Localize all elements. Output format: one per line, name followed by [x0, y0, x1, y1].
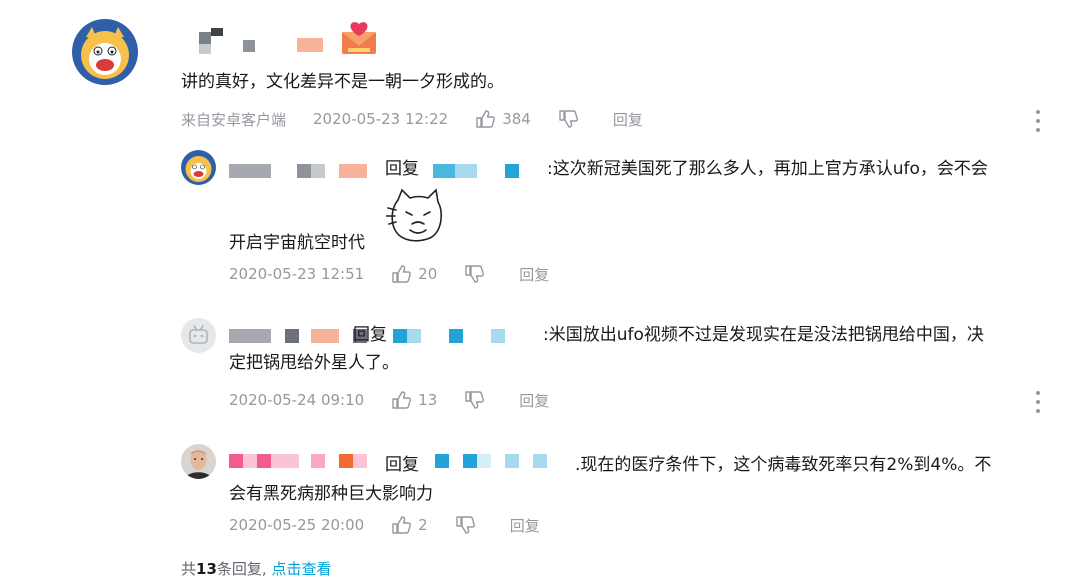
like-count: 384	[502, 110, 531, 128]
reply-button[interactable]: 回复	[519, 390, 549, 411]
thumbs-down-icon[interactable]	[557, 108, 579, 130]
reply-text-line2: 定把锅甩给外星人了。	[229, 353, 399, 373]
reply-meta: 2020-05-24 09:10 13 回复	[229, 389, 549, 411]
reply-count-number: 13	[196, 560, 217, 578]
thumbs-up-icon[interactable]	[390, 389, 412, 411]
reply-avatar[interactable]	[181, 444, 216, 479]
reply-text-line1: :米国放出ufo视频不过是发现实在是没法把锅甩给中国，决	[543, 325, 984, 345]
reply-time: 2020-05-23 12:51	[229, 265, 365, 283]
reply-to-label: 回复	[353, 325, 387, 345]
reply-avatar[interactable]	[181, 150, 216, 185]
like-count: 20	[418, 265, 438, 283]
more-options-icon[interactable]	[1036, 110, 1042, 132]
thumbs-down-icon[interactable]	[463, 389, 485, 411]
reply-button[interactable]: 回复	[519, 264, 549, 285]
reply-text-line2: 开启宇宙航空时代	[229, 233, 365, 253]
reply-button[interactable]: 回复	[510, 515, 540, 536]
reply-text-line1: :这次新冠美国死了那么多人，再加上官方承认ufo，会不会	[547, 159, 988, 179]
thumbs-down-icon[interactable]	[454, 514, 476, 536]
comment-time: 2020-05-23 12:22	[313, 110, 449, 128]
reply-time: 2020-05-24 09:10	[229, 391, 365, 409]
reply-avatar[interactable]	[181, 318, 216, 353]
reply-meta: 2020-05-23 12:51 20 回复	[229, 263, 549, 285]
main-comment-text: 讲的真好，文化差异不是一朝一夕形成的。	[181, 72, 504, 92]
main-comment-avatar[interactable]	[72, 19, 138, 85]
like-count: 2	[418, 516, 428, 534]
reply-time: 2020-05-25 20:00	[229, 516, 365, 534]
reply-button[interactable]: 回复	[613, 109, 643, 130]
more-options-icon[interactable]	[1036, 391, 1042, 413]
reply-count-suffix: 条回复,	[216, 560, 267, 578]
thumbs-up-icon[interactable]	[390, 263, 412, 285]
reply-to-label: 回复	[385, 159, 419, 179]
thumbs-up-icon[interactable]	[474, 108, 496, 130]
comment-source: 来自安卓客户端	[181, 110, 287, 129]
thumbs-down-icon[interactable]	[463, 263, 485, 285]
gift-badge-icon	[338, 20, 380, 58]
reply-to-label: 回复	[385, 455, 419, 475]
reply-meta: 2020-05-25 20:00 2 回复	[229, 514, 540, 536]
cat-sticker-icon	[385, 186, 446, 244]
main-comment-meta: 来自安卓客户端 2020-05-23 12:22 384 回复	[181, 108, 643, 130]
thumbs-up-icon[interactable]	[390, 514, 412, 536]
view-all-replies-link[interactable]: 点击查看	[271, 560, 331, 578]
reply-text-line1: .现在的医疗条件下，这个病毒致死率只有2%到4%。不	[575, 455, 992, 475]
reply-text-line2: 会有黑死病那种巨大影响力	[229, 484, 433, 504]
like-count: 13	[418, 391, 438, 409]
reply-count-footer: 共13条回复, 点击查看	[181, 558, 331, 579]
reply-count-prefix: 共	[181, 560, 197, 578]
